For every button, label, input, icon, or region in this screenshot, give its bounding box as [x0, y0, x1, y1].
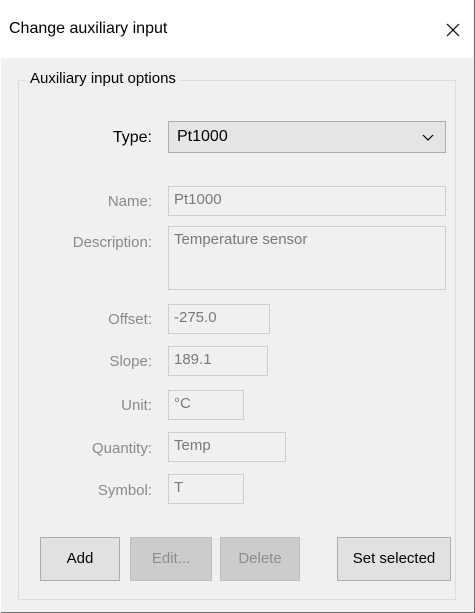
options-groupbox: [18, 80, 456, 600]
symbol-field[interactable]: T: [168, 474, 244, 504]
type-select[interactable]: Pt1000: [168, 121, 446, 153]
slope-field-value: 189.1: [174, 351, 212, 368]
name-label: Name:: [107, 193, 152, 210]
unit-field[interactable]: °C: [168, 390, 244, 420]
quantity-field-value: Temp: [174, 437, 211, 454]
window-edge: [0, 0, 1, 613]
slope-field[interactable]: 189.1: [168, 346, 268, 376]
description-field[interactable]: Temperature sensor: [168, 226, 446, 290]
chevron-down-icon: [422, 134, 434, 141]
name-field-value: Pt1000: [174, 191, 222, 208]
quantity-label: Quantity:: [91, 440, 152, 457]
description-label: Description:: [72, 234, 152, 251]
title-bar[interactable]: Change auxiliary input: [1, 0, 473, 58]
offset-field[interactable]: -275.0: [168, 304, 270, 334]
window-title: Change auxiliary input: [9, 20, 168, 37]
name-field[interactable]: Pt1000: [168, 186, 446, 216]
offset-label: Offset:: [108, 311, 152, 328]
unit-field-value: °C: [174, 395, 191, 412]
dialog-window: Change auxiliary input Auxiliary input o…: [0, 0, 475, 613]
description-field-value: Temperature sensor: [174, 231, 308, 248]
groupbox-legend: Auxiliary input options: [26, 70, 180, 87]
symbol-field-value: T: [174, 479, 184, 496]
unit-label: Unit:: [121, 397, 152, 414]
offset-field-value: -275.0: [174, 309, 217, 326]
quantity-field[interactable]: Temp: [168, 432, 286, 462]
delete-button[interactable]: Delete: [220, 537, 300, 581]
symbol-label: Symbol:: [97, 482, 152, 499]
close-icon: [446, 23, 460, 37]
type-label: Type:: [112, 129, 152, 146]
add-button[interactable]: Add: [40, 537, 120, 581]
slope-label: Slope:: [109, 353, 152, 370]
close-button[interactable]: [433, 12, 473, 48]
edit-button[interactable]: Edit...: [130, 537, 212, 581]
set-selected-button[interactable]: Set selected: [337, 537, 451, 581]
type-select-value: Pt1000: [177, 128, 228, 145]
